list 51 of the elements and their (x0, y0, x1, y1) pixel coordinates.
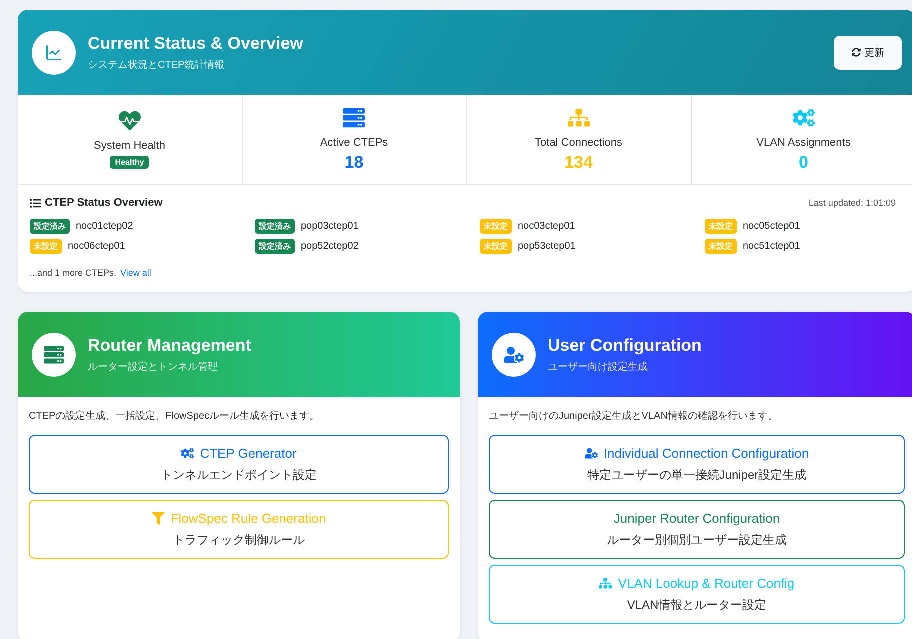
stat-label: Active CTEPs (320, 136, 388, 148)
status-badge: 設定済み (255, 219, 295, 234)
panel-description: CTEPの設定生成、一括設定、FlowSpecルール生成を行います。 (29, 410, 321, 423)
stat-label: VLAN Assignments (756, 136, 851, 148)
status-badge: 未設定 (705, 219, 737, 234)
ctep-name: noc01ctep02 (76, 221, 134, 232)
action-button[interactable]: CTEP Generator トンネルエンドポイント設定 (29, 435, 449, 494)
more-text: ...and 1 more CTEPs. (30, 268, 117, 278)
gears-icon (181, 446, 194, 460)
server-icon (44, 344, 64, 364)
section-title: CTEP Status Overview (45, 197, 163, 209)
action-button[interactable]: FlowSpec Rule Generation トラフィック制御ルール (29, 500, 449, 559)
refresh-button[interactable]: 更新 (834, 36, 902, 70)
action-button[interactable]: Juniper Router Configuration ルーター別個別ユーザー設定生成 (489, 500, 905, 559)
user-gear-icon (504, 344, 524, 364)
ctep-name: pop52ctep02 (301, 241, 359, 252)
panel-description: ユーザー向けのJuniper設定生成とVLAN情報の確認を行います。 (489, 410, 779, 423)
card-title: User Configuration (548, 336, 703, 356)
stat-label: Total Connections (535, 136, 622, 148)
health-status: Healthy (110, 156, 150, 169)
card-subtitle: ユーザー向け設定生成 (548, 360, 649, 374)
user-gear-icon (584, 446, 598, 460)
stat-value: 0 (799, 152, 808, 172)
stat-value: 134 (564, 152, 593, 172)
chart-icon (32, 30, 76, 74)
ctep-name: noc06ctep01 (68, 241, 126, 252)
refresh-icon (852, 48, 860, 57)
action-button[interactable]: Individual Connection Configuration 特定ユーザーの単一接続Juniper設定生成 (489, 435, 905, 494)
status-badge: 未設定 (30, 239, 62, 254)
stat-value: 18 (344, 152, 364, 172)
list-icon (30, 198, 41, 208)
view-all-link[interactable]: View all (120, 268, 152, 278)
ctep-name: pop53ctep01 (518, 241, 576, 252)
status-badge: 未設定 (480, 219, 512, 234)
ctep-name: pop03ctep01 (301, 221, 359, 232)
ctep-name: noc05ctep01 (743, 221, 800, 232)
card-title: Current Status & Overview (88, 34, 304, 54)
filter-icon (152, 512, 165, 524)
status-badge: 未設定 (480, 239, 512, 254)
card-subtitle: システム状況とCTEP統計情報 (88, 58, 226, 72)
ctep-name: noc03ctep01 (518, 221, 576, 232)
card-subtitle: ルーター設定とトンネル管理 (88, 360, 219, 374)
card-title: Router Management (88, 336, 252, 356)
action-button[interactable]: VLAN Lookup & Router Config VLAN情報とルーター設定 (489, 565, 905, 624)
status-badge: 未設定 (705, 239, 737, 254)
last-updated: Last updated: 1:01:09 (808, 198, 896, 208)
ctep-name: noc51ctep01 (743, 241, 800, 252)
stat-label: System Health (94, 140, 166, 152)
status-badge: 設定済み (30, 219, 70, 234)
network-icon (599, 576, 612, 590)
status-badge: 設定済み (255, 239, 295, 254)
